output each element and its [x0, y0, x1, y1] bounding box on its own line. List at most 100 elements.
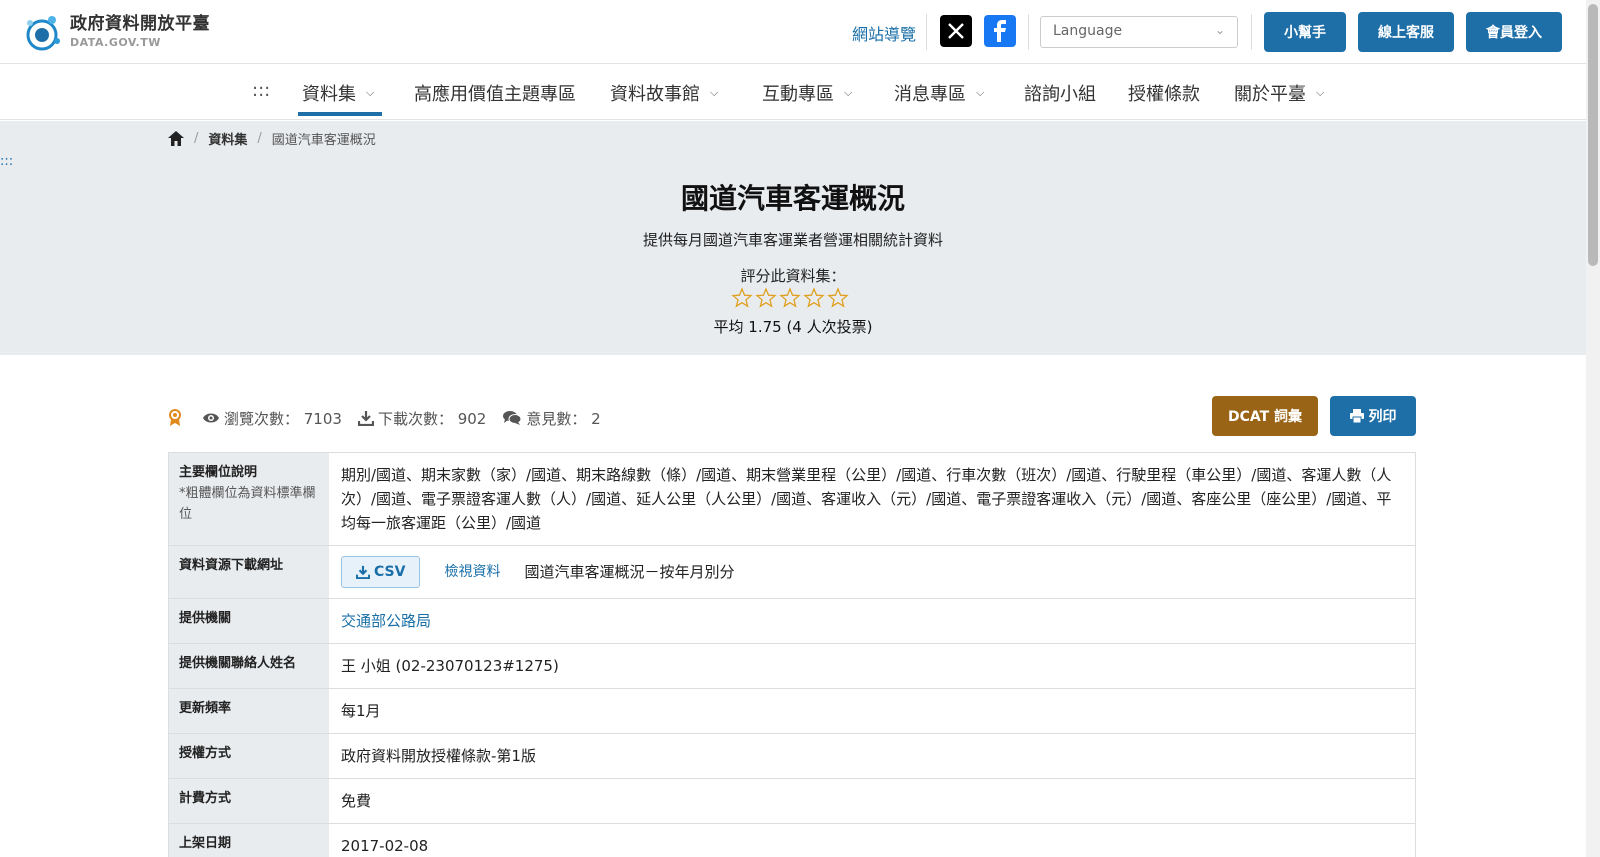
- view-count-text: 瀏覽次數： 7103: [224, 409, 342, 428]
- breadcrumb-datasets[interactable]: 資料集: [208, 129, 247, 148]
- online-support-button[interactable]: 線上客服: [1358, 12, 1454, 52]
- table-row: 提供機關 交通部公路局: [169, 599, 1415, 644]
- fields-note: *粗體欄位為資料標準欄位: [179, 485, 316, 522]
- logo-title: 政府資料開放平臺: [70, 14, 210, 34]
- table-row: 主要欄位說明 *粗體欄位為資料標準欄位 期別/國道、期末家數（家）/國道、期末路…: [169, 453, 1415, 546]
- nav-item-data-stories[interactable]: 資料故事館 ⌵: [610, 80, 718, 106]
- content-skip-link[interactable]: :::: [0, 154, 13, 169]
- fee-value: 免費: [341, 792, 372, 810]
- chevron-down-icon: ⌵: [1316, 86, 1325, 99]
- printer-icon: [1349, 409, 1364, 423]
- fee-label: 計費方式: [169, 779, 329, 823]
- date-label: 上架日期: [169, 824, 329, 857]
- download-label: 資料資源下載網址: [169, 546, 329, 598]
- eye-icon: [203, 413, 219, 423]
- x-twitter-icon[interactable]: [940, 15, 972, 47]
- nav-item-high-value[interactable]: 高應用價值主題專區: [414, 80, 576, 106]
- download-count: 下載次數： 902: [357, 408, 486, 429]
- divider: [1028, 14, 1029, 50]
- fields-label: 主要欄位說明: [179, 465, 258, 480]
- comment-count-text: 意見數： 2: [526, 409, 601, 428]
- nav-item-label: 資料故事館: [610, 84, 700, 105]
- print-button[interactable]: 列印: [1330, 396, 1416, 436]
- nav-item-label: 關於平臺: [1234, 84, 1306, 105]
- rating-star-icon[interactable]: [802, 286, 826, 310]
- page-title: 國道汽車客運概況: [680, 182, 905, 215]
- rating-stars: [730, 286, 850, 310]
- chevron-down-icon: ⌵: [366, 86, 375, 99]
- facebook-icon[interactable]: [984, 15, 1016, 47]
- rating-star-icon[interactable]: [778, 286, 802, 310]
- comments-icon: [503, 411, 522, 425]
- chevron-down-icon: ⌄: [1214, 23, 1225, 37]
- member-login-button[interactable]: 會員登入: [1466, 12, 1562, 52]
- dcat-vocabulary-button[interactable]: DCAT 詞彙: [1212, 396, 1318, 436]
- nav-skip-link[interactable]: :::: [252, 80, 270, 101]
- fields-value: 期別/國道、期末家數（家）/國道、期末路線數（條）/國道、期末營業里程（公里）/…: [341, 466, 1392, 532]
- table-row: 提供機關聯絡人姓名 王 小姐 (02-23070123#1275): [169, 644, 1415, 689]
- main-nav: ::: 資料集 ⌵ 高應用價值主題專區 資料故事館 ⌵ 互動專區 ⌵ 消息專區 …: [0, 64, 1586, 120]
- scrollbar-thumb[interactable]: [1588, 4, 1598, 266]
- chevron-down-icon: ⌵: [844, 86, 853, 99]
- frequency-value: 每1月: [341, 702, 381, 720]
- contact-label: 提供機關聯絡人姓名: [169, 644, 329, 688]
- comment-count: 意見數： 2: [502, 408, 601, 429]
- rating-average: 平均 1.75 (4 人次投票): [713, 318, 873, 336]
- dataset-stats: 瀏覽次數： 7103 下載次數： 902 意見數： 2: [168, 400, 617, 436]
- nav-item-label: 諮詢小組: [1024, 84, 1096, 105]
- award-badge: [168, 409, 186, 427]
- date-value: 2017-02-08: [341, 837, 429, 855]
- table-row: 上架日期 2017-02-08: [169, 824, 1415, 857]
- nav-item-advisory[interactable]: 諮詢小組: [1024, 80, 1096, 106]
- home-icon[interactable]: [168, 131, 184, 146]
- rate-label: 評分此資料集：: [740, 267, 846, 285]
- language-select-value: Language: [1053, 23, 1123, 39]
- breadcrumb: / 資料集 / 國道汽車客運概況: [168, 129, 376, 148]
- download-icon: [356, 565, 370, 579]
- rating-star-icon[interactable]: [754, 286, 778, 310]
- csv-download-button[interactable]: CSV: [341, 556, 421, 588]
- download-value: CSV 檢視資料 國道汽車客運概況－按年月別分: [329, 546, 1415, 598]
- nav-item-news[interactable]: 消息專區 ⌵: [894, 80, 984, 106]
- nav-item-label: 互動專區: [762, 84, 834, 105]
- view-data-link[interactable]: 檢視資料: [444, 561, 500, 583]
- nav-item-label: 資料集: [302, 84, 356, 105]
- award-icon: [169, 409, 181, 426]
- frequency-label: 更新頻率: [169, 689, 329, 733]
- logo-mark-icon: [26, 16, 60, 51]
- nav-item-about[interactable]: 關於平臺 ⌵: [1234, 80, 1324, 106]
- view-count: 瀏覽次數： 7103: [202, 408, 342, 429]
- dataset-description: 提供每月國道汽車客運業者營運相關統計資料: [642, 231, 943, 249]
- dataset-info-table: 主要欄位說明 *粗體欄位為資料標準欄位 期別/國道、期末家數（家）/國道、期末路…: [168, 452, 1416, 857]
- nav-item-interactive[interactable]: 互動專區 ⌵: [762, 80, 852, 106]
- nav-item-label: 高應用價值主題專區: [414, 84, 576, 105]
- rating-star-icon[interactable]: [730, 286, 754, 310]
- contact-value: 王 小姐 (02-23070123#1275): [341, 657, 559, 675]
- table-row: 資料資源下載網址 CSV 檢視資料 國道汽車客運概況－按年月別分: [169, 546, 1415, 599]
- print-label: 列印: [1368, 409, 1397, 425]
- nav-item-datasets[interactable]: 資料集 ⌵: [302, 80, 374, 106]
- breadcrumb-current: 國道汽車客運概況: [271, 133, 376, 148]
- language-select[interactable]: Language ⌄: [1040, 16, 1238, 48]
- download-icon: [357, 411, 374, 426]
- table-row: 計費方式 免費: [169, 779, 1415, 824]
- provider-label: 提供機關: [169, 599, 329, 643]
- sitemap-link[interactable]: 網站導覽: [852, 21, 916, 45]
- rating-star-icon[interactable]: [826, 286, 850, 310]
- site-logo[interactable]: 政府資料開放平臺 DATA.GOV.TW: [22, 11, 210, 53]
- helper-button[interactable]: 小幫手: [1264, 12, 1346, 52]
- nav-item-label: 消息專區: [894, 84, 966, 105]
- provider-link[interactable]: 交通部公路局: [329, 599, 1415, 643]
- breadcrumb-separator: /: [194, 131, 199, 146]
- page: 政府資料開放平臺 DATA.GOV.TW 網站導覽 Language ⌄ 小幫手…: [0, 0, 1600, 857]
- row-header: 主要欄位說明 *粗體欄位為資料標準欄位: [169, 453, 329, 545]
- top-header: 政府資料開放平臺 DATA.GOV.TW 網站導覽 Language ⌄ 小幫手…: [0, 0, 1586, 64]
- page-scrollbar[interactable]: [1586, 0, 1600, 857]
- chevron-down-icon: ⌵: [710, 86, 719, 99]
- license-value: 政府資料開放授權條款-第1版: [341, 747, 536, 765]
- chevron-down-icon: ⌵: [976, 86, 985, 99]
- logo-subtitle: DATA.GOV.TW: [70, 36, 161, 49]
- nav-item-license[interactable]: 授權條款: [1128, 80, 1200, 106]
- resource-name: 國道汽車客運概況－按年月別分: [524, 563, 735, 581]
- table-row: 更新頻率 每1月: [169, 689, 1415, 734]
